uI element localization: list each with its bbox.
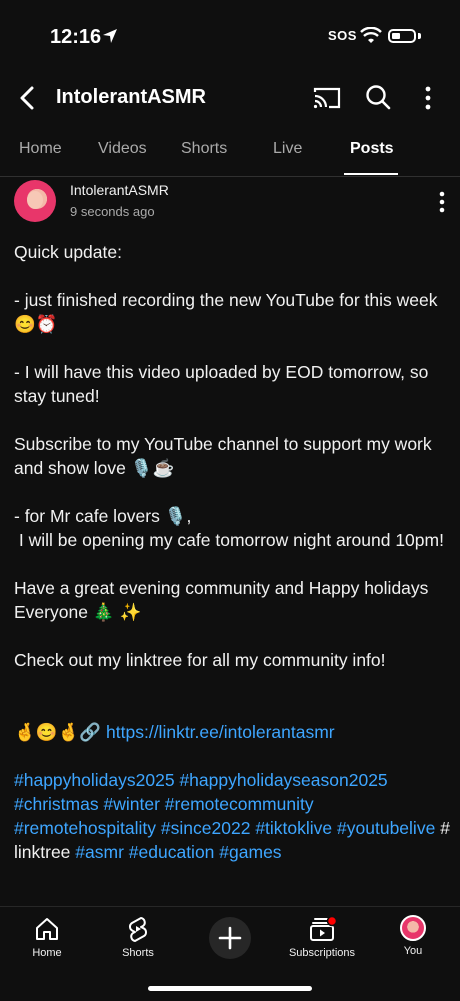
search-icon[interactable] (364, 83, 392, 111)
post-author[interactable]: IntolerantASMR (70, 182, 169, 198)
hashtag-link[interactable]: #games (219, 842, 281, 862)
hashtag-link[interactable]: #since2022 (161, 818, 251, 838)
nav-subscriptions-label: Subscriptions (288, 947, 356, 959)
wifi-icon (360, 27, 382, 43)
tab-live[interactable]: Live (273, 140, 302, 158)
hashtag-link[interactable]: #remotecommunity (165, 794, 314, 814)
hashtag-link[interactable]: #happyholidays2025 (14, 770, 175, 790)
linktree-line: 🤞😊🤞🔗 https://linktr.ee/intolerantasmr (14, 720, 450, 744)
nav-you[interactable]: You (373, 915, 453, 957)
hashtag-link[interactable]: #remotehospitality (14, 818, 156, 838)
nav-shorts[interactable]: Shorts (98, 915, 178, 959)
tab-videos[interactable]: Videos (98, 140, 147, 158)
emoji-prefix: 🤞😊🤞🔗 (14, 722, 107, 742)
author-avatar[interactable] (14, 180, 56, 222)
post-body: Quick update: - just finished recording … (14, 240, 450, 864)
post-line: Have a great evening community and Happy… (14, 578, 429, 622)
hashtag-link[interactable]: #happyholidayseason2025 (179, 770, 387, 790)
hashtag-link[interactable]: #asmr (75, 842, 124, 862)
tab-home[interactable]: Home (19, 140, 62, 158)
nav-shorts-label: Shorts (122, 947, 154, 959)
battery-icon (388, 29, 416, 43)
nav-you-label: You (403, 945, 423, 957)
nav-home[interactable]: Home (7, 915, 87, 959)
tab-posts[interactable]: Posts (350, 140, 394, 158)
hashtag-link[interactable]: #winter (103, 794, 159, 814)
post-line: Check out my linktree for all my communi… (14, 650, 386, 670)
hashtag-link[interactable]: #education (129, 842, 215, 862)
hashtag-link[interactable]: #christmas (14, 794, 99, 814)
post-line: - for Mr cafe lovers 🎙️, (14, 506, 192, 526)
status-time: 12:16 (50, 26, 102, 48)
battery-cap (418, 33, 421, 39)
shorts-icon (129, 917, 147, 942)
you-avatar (400, 915, 426, 941)
plus-icon (218, 926, 242, 950)
post-timestamp: 9 seconds ago (70, 204, 155, 219)
location-arrow-icon (103, 29, 117, 43)
cast-icon[interactable] (312, 84, 342, 112)
linktree-link[interactable]: https://linktr.ee/intolerantasmr (106, 722, 335, 742)
post-line: - I will have this video uploaded by EOD… (14, 362, 429, 406)
subscriptions-icon (310, 915, 336, 941)
nav-home-label: Home (32, 947, 62, 959)
hashtags: #happyholidays2025 #happyholidayseason20… (14, 768, 450, 864)
channel-tabs: Home Videos Shorts Live Posts (0, 128, 460, 177)
channel-title: IntolerantASMR (56, 86, 206, 108)
post-header: IntolerantASMR 9 seconds ago (0, 178, 460, 228)
home-indicator (148, 986, 312, 991)
hashtag-link[interactable]: #youtubelive (337, 818, 435, 838)
post-line: I will be opening my cafe tomorrow night… (14, 530, 444, 550)
home-icon (36, 918, 58, 940)
post-more-options-icon[interactable] (432, 190, 452, 214)
post-line: - just finished recording the new YouTub… (14, 290, 438, 334)
tab-shorts[interactable]: Shorts (181, 140, 227, 158)
post-line: Subscribe to my YouTube channel to suppo… (14, 434, 432, 478)
sos-indicator: SOS (328, 28, 357, 43)
hashtag-link[interactable]: #tiktoklive (255, 818, 332, 838)
post-line: Quick update: (14, 242, 122, 262)
app-bar: IntolerantASMR (0, 70, 460, 126)
active-tab-indicator (344, 173, 398, 175)
back-arrow-icon[interactable] (14, 84, 42, 112)
status-bar: 12:16 SOS (0, 0, 460, 70)
create-button[interactable] (209, 917, 251, 959)
nav-subscriptions[interactable]: Subscriptions (282, 915, 362, 959)
more-options-icon[interactable] (418, 84, 438, 112)
